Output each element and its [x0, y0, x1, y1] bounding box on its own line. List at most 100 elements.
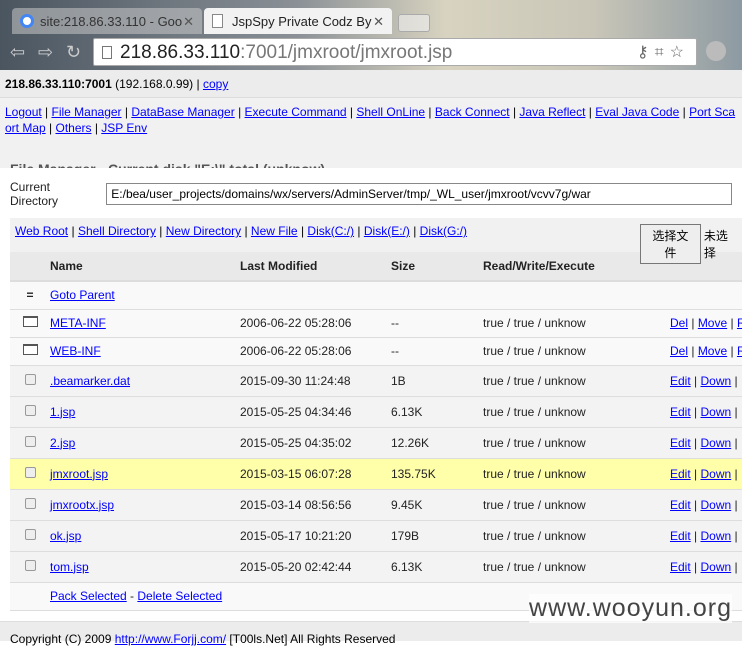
delete-selected-link[interactable]: Delete Selected: [137, 589, 222, 603]
browser-chrome: site:218.86.33.110 - Goo ✕ JspSpy Private…: [0, 0, 742, 70]
edit-link[interactable]: Edit: [670, 529, 691, 543]
edit-link[interactable]: Edit: [670, 560, 691, 574]
select-checkbox[interactable]: [24, 528, 36, 540]
choose-file-button[interactable]: 选择文件: [640, 224, 701, 264]
tab-google[interactable]: site:218.86.33.110 - Goo ✕: [12, 8, 202, 34]
new-tab-button[interactable]: [398, 14, 430, 32]
file-size: 12.26K: [391, 427, 483, 459]
key-icon[interactable]: ⚷: [637, 44, 655, 61]
star-icon[interactable]: ☆: [670, 44, 690, 61]
forward-icon[interactable]: ⇨: [38, 42, 53, 63]
server-info: 218.86.33.110:7001 (192.168.0.99) | copy: [0, 70, 742, 98]
tab-jspspy[interactable]: JspSpy Private Codz By ✕: [204, 8, 392, 34]
menu1-logout[interactable]: Logout: [5, 105, 42, 119]
folder-icon: [22, 316, 38, 327]
select-checkbox[interactable]: [24, 404, 36, 416]
del-link[interactable]: Del: [670, 344, 688, 358]
shortcut-new-file[interactable]: New File: [251, 224, 298, 238]
menu2-ort-map[interactable]: ort Map: [5, 121, 46, 135]
file-size: 6.13K: [391, 551, 483, 583]
menu1-execute-command[interactable]: Execute Command: [245, 105, 347, 119]
select-checkbox[interactable]: [24, 435, 36, 447]
shortcut-web-root[interactable]: Web Root: [15, 224, 68, 238]
file-name-link[interactable]: 2.jsp: [50, 436, 75, 450]
permissions: true / true / unknow: [483, 520, 670, 552]
shortcut-shell-directory[interactable]: Shell Directory: [78, 224, 156, 238]
r-link[interactable]: R: [737, 316, 742, 330]
select-checkbox[interactable]: [24, 497, 36, 509]
close-tab-icon[interactable]: ✕: [373, 14, 384, 30]
edit-link[interactable]: Edit: [670, 498, 691, 512]
del-link[interactable]: Del: [670, 316, 688, 330]
down-link[interactable]: Down: [700, 529, 731, 543]
last-modified: 2006-06-22 05:28:06: [240, 309, 391, 338]
menu1-back-connect[interactable]: Back Connect: [435, 105, 510, 119]
permissions: true / true / unknow: [483, 458, 670, 490]
row-actions: Edit | Down |: [670, 427, 742, 459]
menu2-jsp-env[interactable]: JSP Env: [101, 121, 147, 135]
menu1-eval-java-code[interactable]: Eval Java Code: [595, 105, 679, 119]
edit-link[interactable]: Edit: [670, 467, 691, 481]
edit-link[interactable]: Edit: [670, 405, 691, 419]
page-icon: [102, 46, 112, 59]
file-size: 6.13K: [391, 396, 483, 428]
down-link[interactable]: Down: [700, 405, 731, 419]
current-directory-input[interactable]: [106, 183, 732, 205]
address-bar[interactable]: 218.86.33.110:7001/jmxroot/jmxroot.jsp ⚷⌗…: [93, 38, 697, 66]
last-modified: 2015-05-25 04:34:46: [240, 396, 391, 428]
edit-link[interactable]: Edit: [670, 374, 691, 388]
row-actions: Edit | Down |: [670, 396, 742, 428]
parent-icon: =: [10, 281, 50, 310]
r-link[interactable]: R: [737, 344, 742, 358]
globe-icon[interactable]: [706, 41, 726, 61]
pack-selected-link[interactable]: Pack Selected: [50, 589, 127, 603]
down-link[interactable]: Down: [700, 498, 731, 512]
file-size: 179B: [391, 520, 483, 552]
upload-control: 选择文件 未选择: [640, 224, 742, 264]
menu2-others[interactable]: Others: [55, 121, 91, 135]
down-link[interactable]: Down: [700, 436, 731, 450]
col-name: Name: [50, 252, 240, 282]
col-modified: Last Modified: [240, 252, 391, 282]
table-row: 1.jsp 2015-05-25 04:34:46 6.13K true / true…: [10, 396, 742, 428]
select-checkbox[interactable]: [24, 373, 36, 385]
down-link[interactable]: Down: [700, 374, 731, 388]
menu1-file-manager[interactable]: File Manager: [52, 105, 122, 119]
file-name-link[interactable]: 1.jsp: [50, 405, 75, 419]
shortcut-disk-g[interactable]: Disk(G:/): [420, 224, 467, 238]
shortcut-disk-c[interactable]: Disk(C:/): [307, 224, 354, 238]
select-checkbox[interactable]: [24, 466, 36, 478]
row-actions: Del | Move | R |: [670, 337, 742, 366]
file-name-link[interactable]: ok.jsp: [50, 529, 81, 543]
last-modified: 2006-06-22 05:28:06: [240, 337, 391, 366]
row-actions: Edit | Down |: [670, 458, 742, 490]
goto-parent-link[interactable]: Goto Parent: [50, 288, 115, 302]
reload-icon[interactable]: ↻: [66, 42, 81, 63]
edit-link[interactable]: Edit: [670, 436, 691, 450]
menu1-java-reflect[interactable]: Java Reflect: [519, 105, 585, 119]
select-checkbox[interactable]: [24, 559, 36, 571]
file-name-link[interactable]: jmxrootx.jsp: [50, 498, 114, 512]
menu1-database-manager[interactable]: DataBase Manager: [131, 105, 234, 119]
file-name-link[interactable]: tom.jsp: [50, 560, 89, 574]
move-link[interactable]: Move: [698, 316, 727, 330]
file-name-link[interactable]: WEB-INF: [50, 344, 101, 358]
row-actions: Edit | Down |: [670, 489, 742, 521]
back-icon[interactable]: ⇦: [10, 42, 25, 63]
file-name-link[interactable]: .beamarker.dat: [50, 374, 130, 388]
shortcut-new-directory[interactable]: New Directory: [166, 224, 241, 238]
menu1-port-sca[interactable]: Port Sca: [689, 105, 735, 119]
down-link[interactable]: Down: [700, 560, 731, 574]
file-name-link[interactable]: META-INF: [50, 316, 106, 330]
copy-link[interactable]: copy: [203, 77, 228, 91]
shortcut-disk-e[interactable]: Disk(E:/): [364, 224, 410, 238]
file-name-link[interactable]: jmxroot.jsp: [50, 467, 108, 481]
table-row: 2.jsp 2015-05-25 04:35:02 12.26K true / tru…: [10, 427, 742, 459]
footer-link[interactable]: http://www.Forjj.com/: [115, 632, 226, 646]
move-link[interactable]: Move: [698, 344, 727, 358]
menu1-shell-online[interactable]: Shell OnLine: [356, 105, 425, 119]
translate-icon[interactable]: ⌗: [655, 44, 670, 61]
close-tab-icon[interactable]: ✕: [183, 14, 194, 30]
down-link[interactable]: Down: [700, 467, 731, 481]
last-modified: 2015-09-30 11:24:48: [240, 365, 391, 397]
